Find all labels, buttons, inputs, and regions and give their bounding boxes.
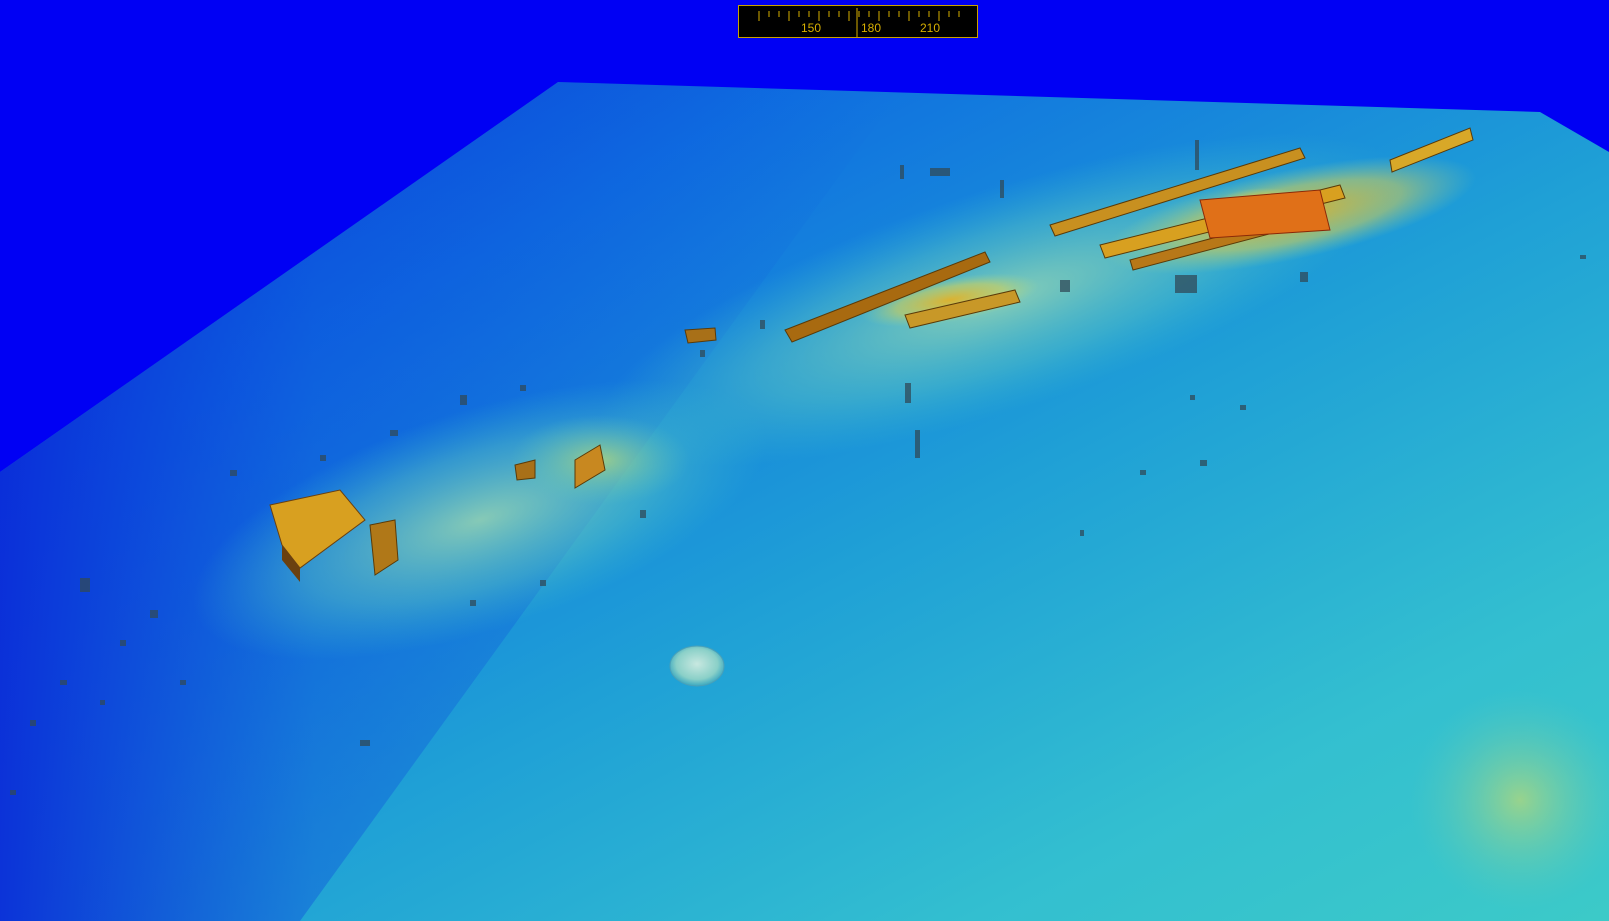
compass-heading-indicator[interactable]: 150 180 210 [738, 5, 978, 38]
3d-viewport[interactable]: 150 180 210 [0, 0, 1609, 921]
compass-label-150: 150 [800, 21, 822, 35]
compass-label-210: 210 [919, 21, 941, 35]
circular-mound [669, 645, 725, 687]
compass-label-180: 180 [860, 21, 882, 35]
compass-scale [758, 8, 960, 37]
bathymetry-surface[interactable] [0, 0, 1609, 921]
